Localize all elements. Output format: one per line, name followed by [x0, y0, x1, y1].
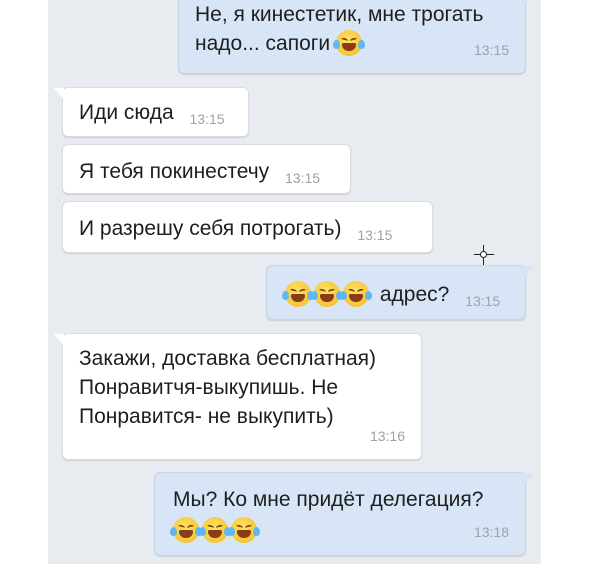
message-text: Я тебя покинестечу — [79, 160, 270, 183]
message-bubble-outgoing[interactable]: адрес? 13:15 — [266, 265, 534, 320]
message-text-line: Не, я кинестетик, мне трогать — [195, 3, 484, 26]
face-with-tears-of-joy-icon — [228, 517, 260, 543]
message-bubble-incoming[interactable]: Закажи, доставка бесплатная) Понравитчя-… — [54, 333, 422, 460]
message-time: 13:15 — [189, 111, 225, 127]
face-with-tears-of-joy-icon — [340, 281, 372, 307]
message-bubble-incoming[interactable]: И разрешу себя потрогать) 13:15 — [62, 201, 433, 253]
message-text-line: Закажи, доставка бесплатная) — [79, 347, 377, 370]
face-with-tears-of-joy-icon — [170, 517, 202, 543]
message-time: 13:15 — [285, 170, 321, 186]
message-text-line: Понравитчя-выкупишь. Не — [79, 376, 339, 399]
face-with-tears-of-joy-icon — [333, 30, 366, 56]
message-time: 13:15 — [465, 293, 501, 309]
message-bubble-incoming[interactable]: Я тебя покинестечу 13:15 — [62, 144, 351, 194]
emoji-row — [170, 516, 525, 545]
message-bubble-outgoing[interactable]: Мы? Ко мне придёт делегация? 13:18 — [154, 472, 534, 556]
message-text: Иди сюда — [79, 101, 174, 124]
message-time: 13:16 — [369, 428, 405, 444]
crosshair-cursor-icon — [474, 245, 494, 265]
message-text: Мы? Ко мне придёт делегация? — [173, 488, 484, 511]
message-bubble-outgoing[interactable]: Не, я кинестетик, мне трогать надо... са… — [178, 0, 534, 74]
face-with-tears-of-joy-icon — [282, 281, 314, 307]
face-with-tears-of-joy-icon — [311, 281, 343, 307]
message-time: 13:18 — [473, 524, 509, 540]
message-bubble-incoming[interactable]: Иди сюда 13:15 — [54, 87, 249, 137]
message-time: 13:15 — [357, 227, 393, 243]
face-with-tears-of-joy-icon — [199, 517, 231, 543]
message-text: адрес? — [379, 283, 450, 306]
message-time: 13:15 — [473, 42, 509, 58]
message-text: И разрешу себя потрогать) — [79, 217, 342, 240]
chat-history[interactable]: Не, я кинестетик, мне трогать надо... са… — [48, 0, 541, 564]
